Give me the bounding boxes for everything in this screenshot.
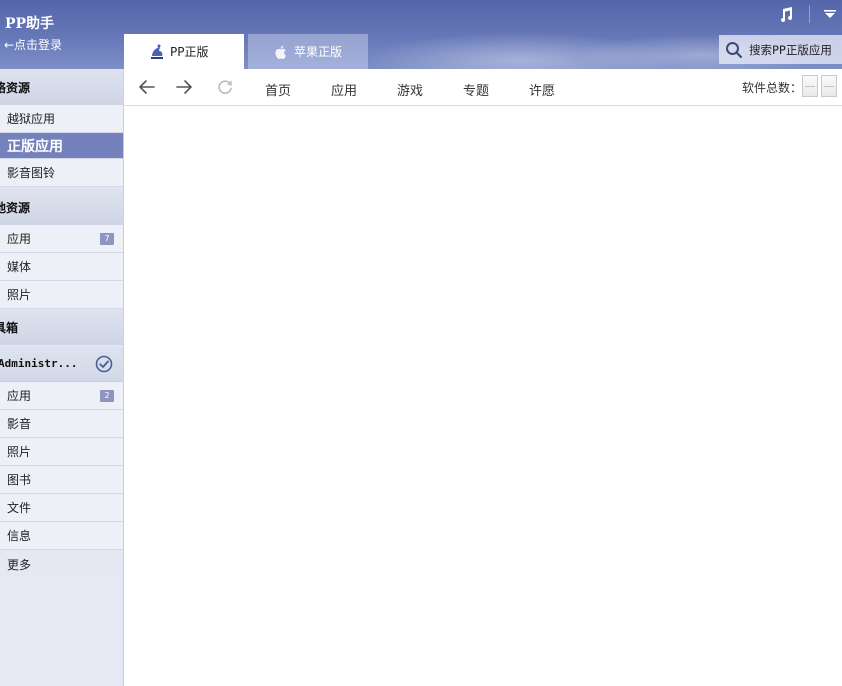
search-icon — [726, 41, 743, 58]
tab-apple-official[interactable]: 苹果正版 — [248, 34, 368, 69]
sidebar-item-label: 应用 — [7, 232, 32, 246]
sidebar-item-device-books[interactable]: 图书 — [0, 466, 123, 494]
toolbar: 首页 应用 游戏 专题 许愿 软件总数： — [124, 69, 842, 106]
nav-home[interactable]: 首页 — [265, 80, 291, 99]
sidebar-item-local-media[interactable]: 媒体 — [0, 253, 123, 281]
section-title: 络资源 — [0, 80, 31, 95]
nav-apps[interactable]: 应用 — [331, 80, 357, 99]
device-name: Administr... — [0, 357, 78, 370]
sidebar-item-device-more[interactable]: 更多 — [0, 550, 123, 578]
app-title: PP助手 — [5, 16, 55, 32]
content-area — [124, 106, 842, 686]
back-arrow-icon[interactable] — [138, 78, 156, 96]
sidebar-item-label: 照片 — [7, 288, 32, 302]
section-title: 具箱 — [0, 320, 19, 335]
toolbar-separator — [809, 5, 810, 23]
list-view-toggle[interactable] — [802, 75, 818, 97]
device-row[interactable]: Administr... — [0, 346, 123, 382]
section-local-resources: 地资源 — [0, 189, 123, 225]
sidebar-item-label: 更多 — [7, 557, 32, 572]
sidebar-item-device-media[interactable]: 影音 — [0, 410, 123, 438]
sidebar-item-label: 媒体 — [7, 260, 32, 274]
section-title: 地资源 — [0, 200, 31, 215]
sidebar-item-label: 照片 — [7, 445, 32, 459]
sidebar: 络资源 越狱应用 正版应用 影音图铃 地资源 应用 7 媒体 照片 具箱 Adm… — [0, 69, 124, 686]
sidebar-item-label: 越狱应用 — [7, 112, 56, 126]
count-badge: 2 — [100, 390, 114, 402]
refresh-icon[interactable] — [216, 78, 234, 96]
title-bar: PP助手 ←点击登录 PP正版 苹果正版 搜索PP正版应用 — [0, 0, 842, 69]
sidebar-item-device-apps[interactable]: 应用 2 — [0, 382, 123, 410]
nav-topics[interactable]: 专题 — [463, 80, 489, 99]
tab-pp-official[interactable]: PP正版 — [124, 34, 244, 69]
nav-games[interactable]: 游戏 — [397, 80, 423, 99]
sidebar-item-jailbreak-apps[interactable]: 越狱应用 — [0, 105, 123, 133]
sidebar-item-label: 正版应用 — [7, 138, 63, 155]
search-input[interactable]: 搜索PP正版应用 — [719, 35, 842, 64]
sidebar-item-local-photos[interactable]: 照片 — [0, 281, 123, 309]
sidebar-item-label: 影音 — [7, 417, 32, 431]
sidebar-item-local-apps[interactable]: 应用 7 — [0, 225, 123, 253]
sidebar-item-label: 应用 — [7, 389, 32, 403]
sidebar-item-device-photos[interactable]: 照片 — [0, 438, 123, 466]
sidebar-item-label: 图书 — [7, 473, 32, 487]
software-count-label: 软件总数： — [742, 81, 803, 95]
tab-label: PP正版 — [170, 45, 209, 59]
login-link[interactable]: ←点击登录 — [4, 36, 62, 53]
section-toolbox: 具箱 — [0, 309, 123, 345]
sidebar-item-label: 文件 — [7, 501, 32, 515]
nav-wishes[interactable]: 许愿 — [529, 80, 555, 99]
sidebar-item-official-apps[interactable]: 正版应用 — [0, 133, 123, 159]
apple-icon — [275, 45, 286, 59]
check-circle-icon — [95, 355, 113, 373]
tab-label: 苹果正版 — [294, 45, 343, 59]
dropdown-menu-icon[interactable] — [824, 10, 836, 18]
search-placeholder: 搜索PP正版应用 — [749, 42, 832, 57]
sidebar-item-label: 信息 — [7, 529, 32, 543]
count-badge: 7 — [100, 233, 114, 245]
sidebar-item-label: 影音图铃 — [7, 166, 56, 180]
sidebar-item-device-files[interactable]: 文件 — [0, 494, 123, 522]
sidebar-item-media-ringtones[interactable]: 影音图铃 — [0, 159, 123, 187]
sidebar-item-device-messages[interactable]: 信息 — [0, 522, 123, 550]
pp-logo-icon — [151, 44, 163, 59]
forward-arrow-icon[interactable] — [175, 78, 193, 96]
music-icon[interactable] — [778, 6, 794, 22]
grid-view-toggle[interactable] — [821, 75, 837, 97]
section-network-resources: 络资源 — [0, 69, 123, 105]
